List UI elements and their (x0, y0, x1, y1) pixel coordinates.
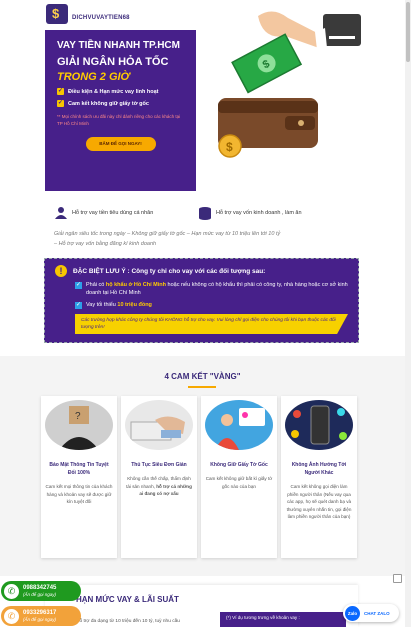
card-desc: Không cần thế chấp, thẩm định tài sản nh… (125, 475, 193, 498)
hero-title-2: GIẢI NGÂN HỎA TỐC (57, 56, 169, 68)
notice-text: Vay tối thiểu (86, 302, 118, 308)
notice-title-text: ĐẶC BIỆT LƯU Ý : Công ty chỉ cho vay với… (73, 267, 266, 275)
commitments-title: 4 CAM KẾT "VÀNG" (164, 372, 241, 381)
hero-banner: VAY TIỀN NHANH TP.HCM GIẢI NGÂN HỎA TỐC … (45, 30, 196, 191)
service-business-text: Hỗ trợ vay vốn kinh doanh , làm ăn (216, 210, 302, 216)
zalo-label: CHAT ZALO (364, 610, 390, 616)
coins-icon (199, 207, 211, 220)
rates-title: HẠN MỨC VAY & LÃI SUẤT (76, 595, 179, 604)
notice-highlight: hộ khẩu ở Hồ Chí Minh (105, 282, 167, 288)
hero-bullet: ✓ Điều kiện & Hạn mức vay linh hoạt (57, 88, 184, 95)
person-icon (55, 207, 67, 219)
service-personal: Hỗ trợ vay tiền tiêu dùng cá nhân (54, 206, 153, 220)
notice-item-text: Vay tối thiểu 10 triệu đồng (86, 301, 152, 309)
logo-text: DICHVUVAYTIEN68 (72, 15, 130, 21)
call-button-1[interactable]: ✆ 0988342745 (Ấn để gọi ngay) (1, 581, 81, 601)
check-icon: ✓ (75, 302, 82, 309)
notice-highlight: 10 triệu đồng (117, 302, 152, 308)
hero-bullet-text: Cam kết không giữ giấy tờ gốc (68, 100, 149, 107)
phone-number: 0988342745 (23, 584, 57, 591)
services-subtext-1: Giải ngân siêu tốc trong ngày – Không gi… (54, 231, 281, 237)
check-icon: ✓ (75, 282, 82, 289)
call-button-1-label: 0988342745 (Ấn để gọi ngay) (23, 585, 56, 598)
hero-bullet: ✓ Cam kết không giữ giấy tờ gốc (57, 100, 184, 107)
phone-sub: (Ấn để gọi ngay) (23, 616, 57, 622)
check-icon: ✓ (57, 100, 64, 107)
phone-icon: ✆ (4, 608, 19, 624)
documents-image (205, 400, 273, 450)
money-bag-icon (46, 4, 68, 24)
call-button-2[interactable]: ✆ 0933296317 (Ấn để gọi ngay) (1, 606, 81, 626)
notice-box: ! ĐẶC BIỆT LƯU Ý : Công ty chỉ cho vay v… (44, 258, 359, 343)
hero-title-1: VAY TIỀN NHANH TP.HCM (57, 40, 180, 51)
notice-text: Phải có (86, 282, 106, 288)
notice-item: ✓ Phải có hộ khẩu ở Hồ Chí Minh hoặc nếu… (75, 281, 348, 297)
scrollbar-thumb[interactable] (406, 2, 410, 62)
bell-icon: ! (55, 265, 67, 277)
card-desc: Cam kết không giữ bất kì giấy tờ gốc nào… (205, 476, 273, 489)
card-title: Không Giữ Giấy Tờ Gốc (210, 462, 268, 468)
notice-item: ✓ Vay tối thiểu 10 triệu đồng (75, 301, 348, 309)
anonymous-person-image: ? (45, 400, 113, 450)
rates-example-note: (*) Ví dụ tương trưng về khoản vay : (220, 612, 346, 627)
call-button-2-label: 0933296317 (Ấn để gọi ngay) (23, 610, 56, 623)
commitment-card-documents: Không Giữ Giấy Tờ Gốc Cam kết không giữ … (201, 396, 277, 558)
back-to-top-button[interactable] (393, 574, 402, 583)
site-logo[interactable]: DICHVUVAYTIEN68 (46, 4, 130, 24)
commitment-card-no-disturb: Không Ảnh Hưởng Tới Người Khác Cam kết k… (281, 396, 357, 558)
zalo-chat-button[interactable]: Zalo CHAT ZALO (343, 604, 399, 622)
commitment-card-simple: Thủ Tục Siêu Đơn Giản Không cần thế chấp… (121, 396, 197, 558)
notice-item-text: Phải có hộ khẩu ở Hồ Chí Minh hoặc nếu k… (86, 281, 348, 297)
page-scrollbar[interactable] (405, 0, 411, 627)
card-desc: Cam kết mọi thông tin của khách hàng và … (45, 484, 113, 504)
card-title: Thủ Tục Siêu Đơn Giản (131, 462, 187, 468)
service-business: Hỗ trợ vay vốn kinh doanh , làm ăn (198, 206, 302, 220)
zalo-icon: Zalo (345, 605, 360, 621)
hand-money-wallet-illustration: $ $ (218, 11, 361, 158)
title-underline (188, 386, 216, 388)
phone-sub: (Ấn để gọi ngay) (23, 591, 57, 597)
rates-subtitle: Hỗ trợ đa dạng từ 10 triệu đến 10 tỷ, tu… (76, 619, 180, 624)
services-subtext-2: – Hỗ trợ vay vốn bằng đăng kí kinh doanh (54, 241, 157, 247)
service-personal-text: Hỗ trợ vay tiền tiêu dùng cá nhân (72, 210, 154, 216)
notice-title: ! ĐẶC BIỆT LƯU Ý : Công ty chỉ cho vay v… (55, 265, 348, 277)
commitment-card-privacy: ? Bảo Mật Thông Tin Tuyệt Đối 100% Cam k… (41, 396, 117, 558)
call-now-button[interactable]: BẤM ĐỂ GỌI NGAY! (85, 137, 156, 151)
notice-warning-banner: Các trường hợp khác công ty chúng tôi KH… (75, 314, 348, 334)
handshake-money-image (125, 400, 193, 450)
phone-apps-image (285, 400, 353, 450)
svg-text:?: ? (75, 411, 81, 422)
card-desc: Cam kết không gọi điện làm phiền người t… (286, 484, 352, 519)
phone-number: 0933296317 (23, 609, 57, 616)
svg-text:$: $ (226, 140, 233, 154)
hero-bullet-text: Điều kiện & Hạn mức vay linh hoạt (68, 88, 159, 95)
hero-note: ** Mọi chính sách ưu đãi này chỉ dành ri… (57, 114, 181, 126)
check-icon: ✓ (57, 88, 64, 95)
card-title: Bảo Mật Thông Tin Tuyệt Đối 100% (49, 462, 109, 476)
hero-title-3: TRONG 2 GIỜ (57, 71, 130, 83)
card-title: Không Ảnh Hưởng Tới Người Khác (291, 462, 347, 476)
phone-icon: ✆ (4, 583, 19, 599)
